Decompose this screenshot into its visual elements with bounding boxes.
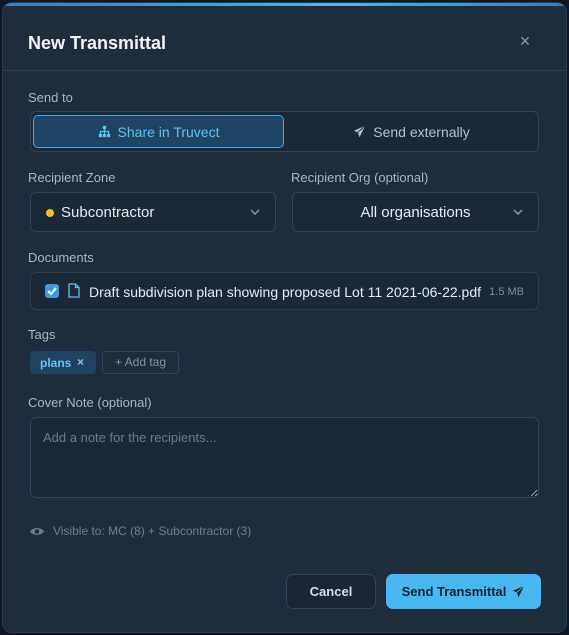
eye-icon <box>30 527 44 535</box>
share-in-truvect-button[interactable]: Share in Truvect <box>33 115 284 148</box>
documents-label: Documents <box>28 250 94 265</box>
document-checkbox[interactable] <box>45 284 59 298</box>
visibility-info: Visible to: MC (8) + Subcontractor (3) <box>29 524 251 538</box>
visibility-text: Visible to: MC (8) + Subcontractor (3) <box>53 524 252 538</box>
tag-label: plans <box>40 356 72 370</box>
document-name: Draft subdivision plan showing proposed … <box>89 284 481 300</box>
tag-chip: plans × <box>30 351 96 374</box>
add-tag-button[interactable]: + Add tag <box>102 351 179 374</box>
file-icon <box>68 283 80 298</box>
tags-label: Tags <box>28 327 56 342</box>
chevron-down-icon <box>250 209 260 216</box>
send-transmittal-button[interactable]: Send Transmittal <box>386 574 541 609</box>
cancel-button[interactable]: Cancel <box>286 574 376 609</box>
new-transmittal-dialog: New Transmittal × Send to Share in Truve… <box>2 2 567 633</box>
send-label: Send Transmittal <box>401 584 507 599</box>
dialog-header: New Transmittal × <box>3 6 566 71</box>
paper-plane-icon <box>354 125 366 138</box>
recipient-org-value: All organisations <box>360 204 471 221</box>
remove-tag-icon[interactable]: × <box>77 355 84 369</box>
paper-plane-icon <box>513 585 525 598</box>
recipient-zone-select[interactable]: Subcontractor <box>30 192 276 232</box>
recipient-zone-value: Subcontractor <box>61 204 155 221</box>
cover-note-label: Cover Note (optional) <box>28 395 152 410</box>
zone-color-dot <box>46 209 54 217</box>
sitemap-icon <box>98 125 110 138</box>
chevron-down-icon <box>513 209 523 216</box>
send-externally-label: Send externally <box>373 123 470 140</box>
dialog-title: New Transmittal <box>28 33 167 53</box>
recipient-org-select[interactable]: All organisations <box>292 192 539 232</box>
share-in-truvect-label: Share in Truvect <box>117 123 220 140</box>
send-to-label: Send to <box>28 90 73 105</box>
checkmark-icon <box>47 287 57 296</box>
recipient-org-label: Recipient Org (optional) <box>291 170 429 185</box>
recipient-zone-label: Recipient Zone <box>28 170 116 185</box>
send-externally-button[interactable]: Send externally <box>287 115 536 148</box>
document-item: Draft subdivision plan showing proposed … <box>30 272 539 310</box>
close-icon[interactable]: × <box>514 30 536 52</box>
send-to-toggle: Share in Truvect Send externally <box>30 111 539 152</box>
cover-note-textarea[interactable] <box>30 417 539 498</box>
cancel-label: Cancel <box>309 584 353 599</box>
document-size: 1.5 MB <box>489 286 524 298</box>
